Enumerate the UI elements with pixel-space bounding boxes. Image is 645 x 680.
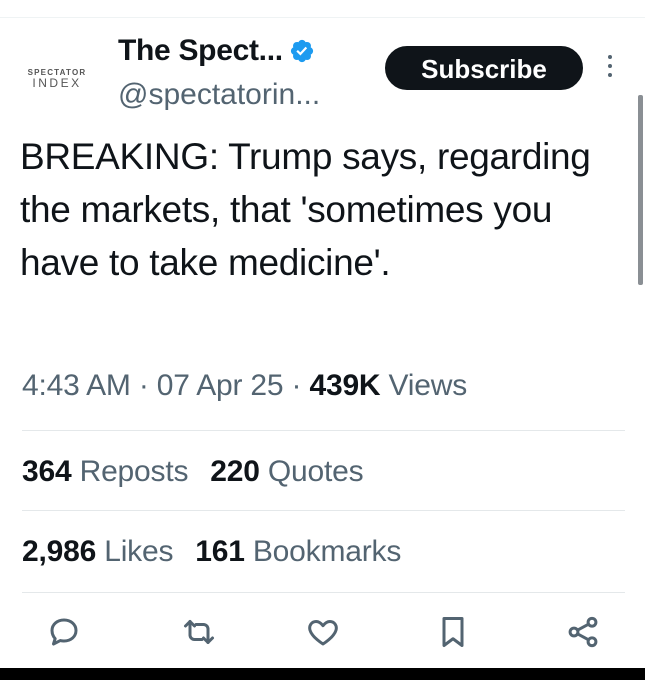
likes-count: 2,986 <box>22 535 97 568</box>
bottom-edge <box>0 668 645 680</box>
stats-row-reposts-quotes: 364 Reposts 220 Quotes <box>22 452 364 492</box>
bookmarks-label: Bookmarks <box>252 535 402 568</box>
tweet-date[interactable]: 07 Apr 25 <box>157 369 284 402</box>
divider <box>22 592 625 593</box>
tweet-text: BREAKING: Trump says, regarding the mark… <box>20 136 591 283</box>
quotes-label: Quotes <box>267 455 364 488</box>
meta-separator: · <box>138 369 149 402</box>
share-icon[interactable] <box>565 614 601 650</box>
likes-label: Likes <box>104 535 174 568</box>
action-bar <box>0 610 645 654</box>
meta-separator: · <box>291 369 302 402</box>
account-handle[interactable]: @spectatorin... <box>118 78 320 112</box>
bookmark-icon[interactable] <box>435 614 471 650</box>
reposts-count: 364 <box>22 455 72 488</box>
name-row: The Spect... <box>118 34 315 68</box>
top-divider <box>0 17 645 18</box>
verified-badge-icon <box>289 38 315 64</box>
bookmarks-count: 161 <box>195 535 245 568</box>
divider <box>22 510 625 511</box>
divider <box>22 430 625 431</box>
reply-icon[interactable] <box>46 614 82 650</box>
avatar[interactable]: SPECTATOR INDEX <box>18 58 96 98</box>
views-count: 439K <box>309 369 381 402</box>
repost-icon[interactable] <box>181 614 217 650</box>
like-icon[interactable] <box>305 614 341 650</box>
scrollbar[interactable] <box>638 95 643 285</box>
more-options-icon[interactable] <box>600 50 620 86</box>
stats-row-likes-bookmarks: 2,986 Likes 161 Bookmarks <box>22 532 401 572</box>
quotes-count: 220 <box>210 455 260 488</box>
likes-stat[interactable]: 2,986 Likes <box>22 535 173 568</box>
quotes-stat[interactable]: 220 Quotes <box>210 455 363 488</box>
subscribe-button[interactable]: Subscribe <box>385 46 583 90</box>
tweet-meta: 4:43 AM · 07 Apr 25 · 439K Views <box>22 366 467 406</box>
reposts-label: Reposts <box>79 455 189 488</box>
avatar-logo-bottom: INDEX <box>32 75 82 90</box>
reposts-stat[interactable]: 364 Reposts <box>22 455 188 488</box>
tweet-time[interactable]: 4:43 AM <box>22 369 131 402</box>
views-label: Views <box>388 369 468 402</box>
display-name[interactable]: The Spect... <box>118 34 283 68</box>
tweet-header: SPECTATOR INDEX The Spect... @spectatori… <box>0 28 645 123</box>
bookmarks-stat[interactable]: 161 Bookmarks <box>195 535 401 568</box>
